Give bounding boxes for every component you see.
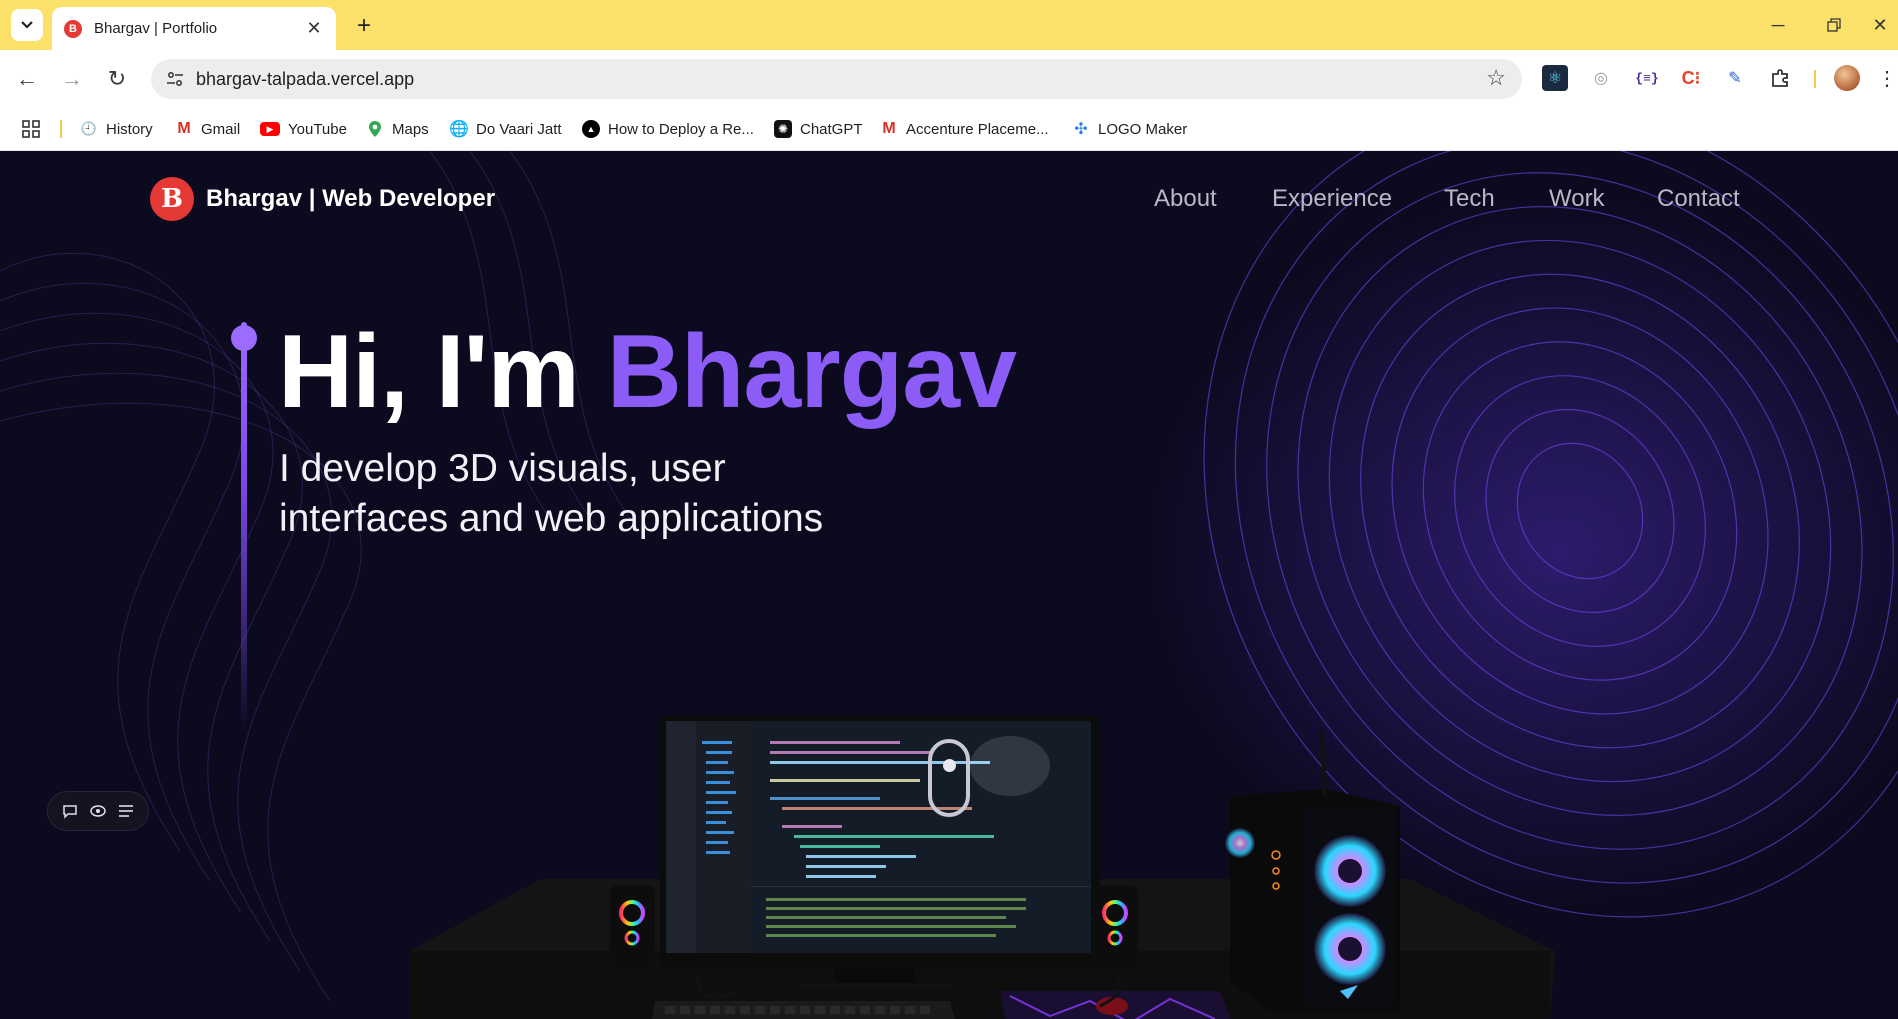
new-tab-button[interactable]: + [350, 12, 378, 40]
bookmark-star-icon[interactable]: ☆ [1486, 65, 1506, 91]
desk-3d-scene[interactable] [410, 561, 1560, 1019]
browser-tab[interactable]: B Bhargav | Portfolio ✕ [52, 7, 336, 50]
tab-strip: B Bhargav | Portfolio ✕ + ─ ✕ [0, 0, 1898, 50]
bookmark-label: Maps [392, 120, 429, 138]
tab-favicon-icon: B [64, 19, 82, 38]
address-bar[interactable]: bhargav-talpada.vercel.app ☆ [151, 59, 1522, 99]
bookmark-gmail[interactable]: M Gmail [175, 118, 240, 140]
reload-icon[interactable]: ↻ [102, 64, 132, 94]
bookmark-how-to-deploy[interactable]: ▲ How to Deploy a Re... [582, 118, 754, 140]
bookmark-label: LOGO Maker [1098, 120, 1188, 138]
gmail-icon: M [882, 120, 896, 137]
gmail-icon: M [177, 120, 191, 137]
restore-icon[interactable] [1820, 12, 1848, 38]
chatgpt-icon: ✺ [774, 120, 792, 138]
brand-logo-icon: B [150, 177, 194, 221]
bookmarks-separator [60, 120, 62, 138]
forward-icon[interactable]: → [57, 64, 87, 94]
react-devtools-icon[interactable]: ⚛ [1542, 65, 1568, 91]
bookmark-label: Gmail [201, 120, 241, 138]
scroll-indicator-dot [943, 759, 956, 772]
bookmark-accenture[interactable]: M Accenture Placeme... [880, 118, 1049, 140]
bookmark-logo-maker[interactable]: ✣ LOGO Maker [1072, 118, 1187, 140]
chevron-down-icon [21, 21, 33, 29]
hero-title: Hi, I'm Bhargav [278, 313, 1017, 432]
toolbar-separator [1814, 70, 1816, 88]
bookmark-youtube[interactable]: ▶ YouTube [260, 118, 347, 140]
floating-widget [47, 791, 149, 831]
hero-subtitle-line-1: I develop 3D visuals, user [279, 447, 726, 490]
more-options-icon[interactable]: ⋮ [1877, 65, 1897, 91]
hero-greeting: Hi, I'm [278, 314, 607, 430]
portfolio-page: B Bhargav | Web Developer About Experien… [0, 151, 1898, 1019]
hero-accent-dot [231, 325, 257, 351]
browser-toolbar: ← → ↻ bhargav-talpada.vercel.app ☆ ⚛ ◎ {… [0, 50, 1898, 107]
history-icon: 🕘 [80, 121, 98, 136]
logo-maker-icon: ✣ [1074, 121, 1088, 138]
chat-bubble-icon[interactable] [60, 801, 80, 821]
cssscan-extension-icon[interactable]: C⁝ [1678, 65, 1704, 91]
nav-experience[interactable]: Experience [1272, 185, 1392, 213]
apps-grid-icon[interactable] [22, 118, 40, 140]
back-icon[interactable]: ← [12, 64, 42, 94]
extension-face-icon[interactable]: ◎ [1588, 65, 1614, 91]
profile-avatar[interactable] [1834, 65, 1860, 91]
menu-list-icon[interactable] [116, 801, 136, 821]
eye-icon[interactable] [88, 801, 108, 821]
tab-search-button[interactable] [11, 9, 43, 41]
hero-subtitle-line-2: interfaces and web applications [279, 497, 824, 540]
hero-accent-line [241, 322, 247, 732]
bookmark-maps[interactable]: Maps [366, 118, 429, 140]
youtube-icon: ▶ [260, 122, 280, 136]
bookmark-label: YouTube [288, 120, 347, 138]
hero-name: Bhargav [606, 314, 1017, 430]
bookmark-chatgpt[interactable]: ✺ ChatGPT [774, 118, 863, 140]
brand-name: Bhargav | Web Developer [206, 185, 496, 212]
nav-about[interactable]: About [1154, 185, 1217, 213]
bookmark-label: History [106, 120, 153, 138]
bookmarks-bar: 🕘 History M Gmail ▶ YouTube Maps 🌐 Do Va… [0, 107, 1898, 151]
close-tab-icon[interactable]: ✕ [304, 18, 324, 39]
extensions-puzzle-icon[interactable] [1768, 65, 1794, 91]
site-info-icon[interactable] [163, 67, 187, 91]
tab-title: Bhargav | Portfolio [94, 20, 218, 37]
nav-work[interactable]: Work [1549, 185, 1605, 213]
scroll-indicator[interactable] [928, 739, 970, 817]
vercel-icon: ▲ [582, 120, 600, 138]
bookmark-history[interactable]: 🕘 History [80, 118, 153, 140]
bookmark-label: How to Deploy a Re... [608, 120, 754, 138]
nav-contact[interactable]: Contact [1657, 185, 1740, 213]
json-extension-icon[interactable]: {≡} [1634, 65, 1660, 91]
bookmark-label: Accenture Placeme... [906, 120, 1049, 138]
maps-icon [366, 120, 384, 138]
close-window-icon[interactable]: ✕ [1866, 12, 1894, 38]
bookmark-label: ChatGPT [800, 120, 863, 138]
nav-tech[interactable]: Tech [1444, 185, 1495, 213]
url-text: bhargav-talpada.vercel.app [196, 69, 415, 89]
globe-icon: 🌐 [449, 121, 469, 138]
minimize-icon[interactable]: ─ [1764, 12, 1792, 38]
bookmark-do-vaari-jatt[interactable]: 🌐 Do Vaari Jatt [449, 118, 562, 140]
site-brand[interactable]: B Bhargav | Web Developer [150, 177, 495, 221]
pen-extension-icon[interactable]: ✎ [1722, 65, 1748, 91]
bookmark-label: Do Vaari Jatt [476, 120, 562, 138]
hero-subtitle: I develop 3D visuals, user interfaces an… [279, 444, 823, 544]
